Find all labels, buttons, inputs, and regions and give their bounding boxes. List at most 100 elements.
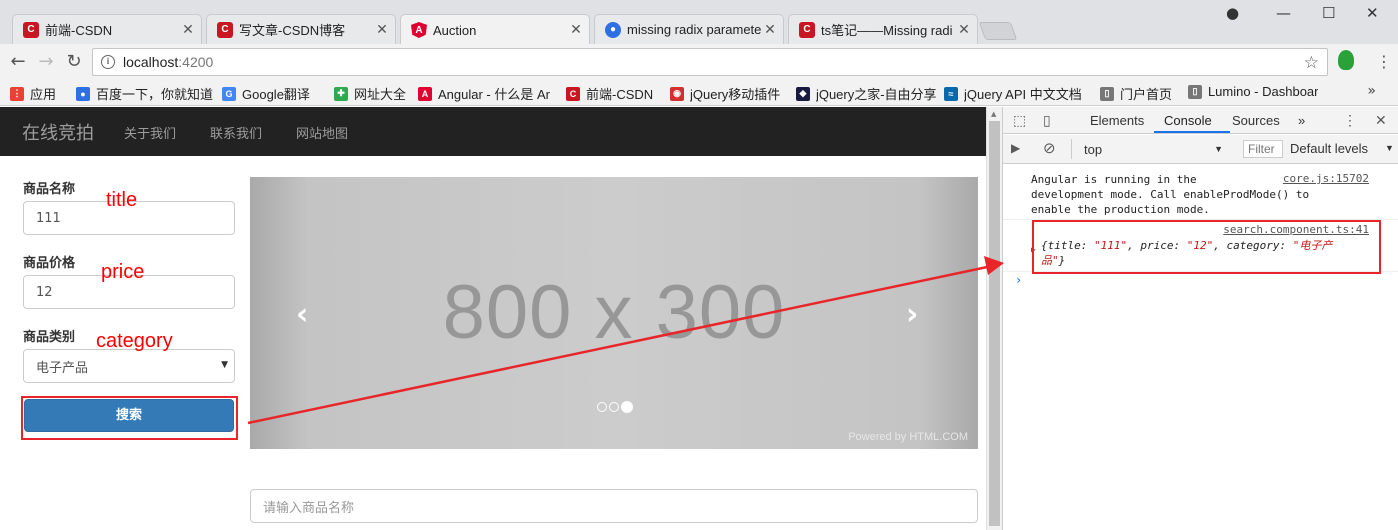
bookmarks-bar: ⋮ 应用 ● 百度一下，你就知道 G Google翻译 ✚ 网址大全 A Angular - 什么… [0, 80, 1398, 106]
angular-icon: A [418, 86, 432, 101]
bookmark-label: Google翻译 [242, 87, 310, 102]
bookmark-label: 百度一下，你就知道 [96, 87, 214, 102]
bookmark-label: 应用 [30, 87, 57, 102]
back-icon[interactable]: ← [8, 52, 28, 72]
devtools-tabbar: ⬚ ▯ Elements Console Sources » ⋮ ✕ [1003, 107, 1398, 134]
annotation-category: category [96, 330, 173, 352]
page-content: 在线竞拍 关于我们 联系我们 网站地图 商品名称 111 商品价格 12 商品类… [0, 107, 986, 530]
show-sidebar-icon[interactable]: ▶ [1011, 141, 1020, 155]
jquery-home-icon: ◆ [796, 86, 810, 101]
bookmark-item[interactable]: ⋮ 应用 [10, 84, 56, 103]
csdn-icon: C [217, 21, 233, 38]
console-filter-input[interactable]: Filter [1243, 140, 1283, 158]
minimize-icon[interactable]: — [1276, 4, 1291, 22]
forward-icon[interactable]: → [36, 52, 56, 72]
tab-title: missing radix paramete [627, 22, 762, 37]
carousel-next-icon[interactable]: › [906, 297, 918, 332]
dropdown-arrow-icon: ▼ [1214, 144, 1223, 154]
menu-icon[interactable]: ⋮ [1376, 52, 1392, 71]
console-prompt-icon[interactable]: › [1015, 273, 1022, 287]
devtools-close-icon[interactable]: ✕ [1375, 112, 1387, 129]
device-toolbar-icon[interactable]: ▯ [1043, 112, 1051, 129]
profile-icon[interactable]: ● [1226, 4, 1239, 22]
bookmark-item[interactable]: G Google翻译 [222, 84, 310, 103]
address-bar[interactable]: i localhost:4200 ☆ [92, 48, 1328, 76]
nav-sitemap[interactable]: 网站地图 [296, 123, 348, 142]
devtools-panel: ⬚ ▯ Elements Console Sources » ⋮ ✕ ▶ ⊘ t… [1002, 107, 1398, 530]
address-port: :4200 [178, 54, 214, 70]
devtools-more-tabs-icon[interactable]: » [1298, 113, 1305, 128]
tab-title: ts笔记——Missing radi [821, 23, 953, 38]
tab-title: 写文章-CSDN博客 [239, 23, 346, 38]
app-navbar: 在线竞拍 关于我们 联系我们 网站地图 [0, 107, 986, 156]
jquery-plugin-icon: ◉ [670, 86, 684, 101]
angular-icon: A [411, 22, 427, 38]
evernote-extension-icon[interactable] [1338, 50, 1354, 70]
carousel-indicator[interactable] [609, 402, 619, 412]
close-icon[interactable]: ✕ [181, 22, 195, 38]
page-scrollbar[interactable]: ▲ [986, 107, 1002, 530]
bookmark-item[interactable]: A Angular - 什么是 Ar [418, 84, 550, 103]
clear-console-icon[interactable]: ⊘ [1043, 139, 1056, 157]
devtools-tab-elements[interactable]: Elements [1090, 113, 1144, 128]
log-message-line: Angular is running in the [1031, 173, 1197, 186]
category-select[interactable]: 电子产品 ▼ [23, 349, 235, 383]
maximize-icon[interactable]: ☐ [1322, 4, 1335, 22]
browser-tab-5[interactable]: C ts笔记——Missing radi ✕ [788, 14, 978, 44]
scrollbar-thumb[interactable] [989, 121, 1000, 526]
annotation-highlight-console-log [1032, 220, 1381, 274]
bookmark-item[interactable]: ◆ jQuery之家-自由分享 [796, 84, 936, 103]
new-tab-button[interactable] [978, 22, 1018, 40]
bookmark-item[interactable]: C 前端-CSDN [566, 84, 653, 103]
bookmark-label: jQuery移动插件 [690, 87, 781, 102]
bookmark-item[interactable]: ≈ jQuery API 中文文档 [944, 84, 1082, 103]
close-icon[interactable]: ✕ [375, 22, 389, 38]
close-icon[interactable]: ✕ [957, 22, 971, 38]
log-source-link[interactable]: core.js:15702 [1283, 172, 1369, 185]
bookmark-item[interactable]: ▯ Lumino - Dashboar [1188, 84, 1318, 99]
browser-tab-auction[interactable]: A Auction ✕ [400, 14, 590, 45]
carousel: 800 x 300 ‹ › Powered by HTML.COM [250, 177, 978, 449]
active-tab-indicator [1154, 131, 1230, 133]
brand-link[interactable]: 在线竞拍 [22, 119, 94, 145]
context-selector[interactable]: top ▼ [1071, 139, 1227, 159]
price-input-value: 12 [36, 284, 53, 300]
devtools-tab-console[interactable]: Console [1164, 113, 1212, 128]
scroll-up-icon[interactable]: ▲ [991, 110, 996, 118]
filter-placeholder: Filter [1248, 142, 1275, 156]
hao123-icon: ✚ [334, 86, 348, 101]
price-label: 商品价格 [23, 256, 76, 271]
csdn-icon: C [566, 86, 580, 101]
nav-contact[interactable]: 联系我们 [210, 123, 262, 142]
nav-about[interactable]: 关于我们 [124, 123, 176, 142]
baidu-paw-icon: ● [605, 21, 621, 38]
bookmark-item[interactable]: ● 百度一下，你就知道 [76, 84, 213, 103]
csdn-icon: C [23, 21, 39, 38]
carousel-indicator[interactable] [597, 402, 607, 412]
devtools-menu-icon[interactable]: ⋮ [1343, 112, 1357, 129]
carousel-prev-icon[interactable]: ‹ [296, 297, 308, 332]
info-icon[interactable]: i [101, 55, 115, 69]
bookmark-item[interactable]: ✚ 网址大全 [334, 84, 406, 103]
bookmark-item[interactable]: ▯ 门户首页 [1100, 84, 1172, 103]
context-value: top [1084, 141, 1103, 157]
browser-tab-1[interactable]: C 前端-CSDN ✕ [12, 14, 202, 44]
product-search-input[interactable]: 请输入商品名称 [250, 489, 978, 523]
log-levels-select[interactable]: Default levels [1290, 141, 1368, 156]
title-input-value: 111 [36, 210, 61, 226]
log-message-line: enable the production mode. [1031, 203, 1210, 216]
bookmarks-more-icon[interactable]: » [1367, 83, 1376, 99]
bookmark-star-icon[interactable]: ☆ [1304, 53, 1319, 73]
console-toolbar: ▶ ⊘ top ▼ Filter Default levels ▼ [1003, 135, 1398, 164]
category-select-value: 电子产品 [36, 360, 89, 376]
inspect-element-icon[interactable]: ⬚ [1013, 112, 1026, 129]
carousel-indicator-active[interactable] [621, 401, 633, 413]
window-close-icon[interactable]: ✕ [1366, 4, 1379, 22]
devtools-tab-sources[interactable]: Sources [1232, 113, 1280, 128]
browser-tab-2[interactable]: C 写文章-CSDN博客 ✕ [206, 14, 396, 44]
browser-tab-4[interactable]: ● missing radix paramete ✕ [594, 14, 784, 44]
close-icon[interactable]: ✕ [569, 22, 583, 38]
reload-icon[interactable]: ↻ [64, 52, 84, 72]
close-icon[interactable]: ✕ [763, 22, 777, 38]
bookmark-item[interactable]: ◉ jQuery移动插件 [670, 84, 780, 103]
